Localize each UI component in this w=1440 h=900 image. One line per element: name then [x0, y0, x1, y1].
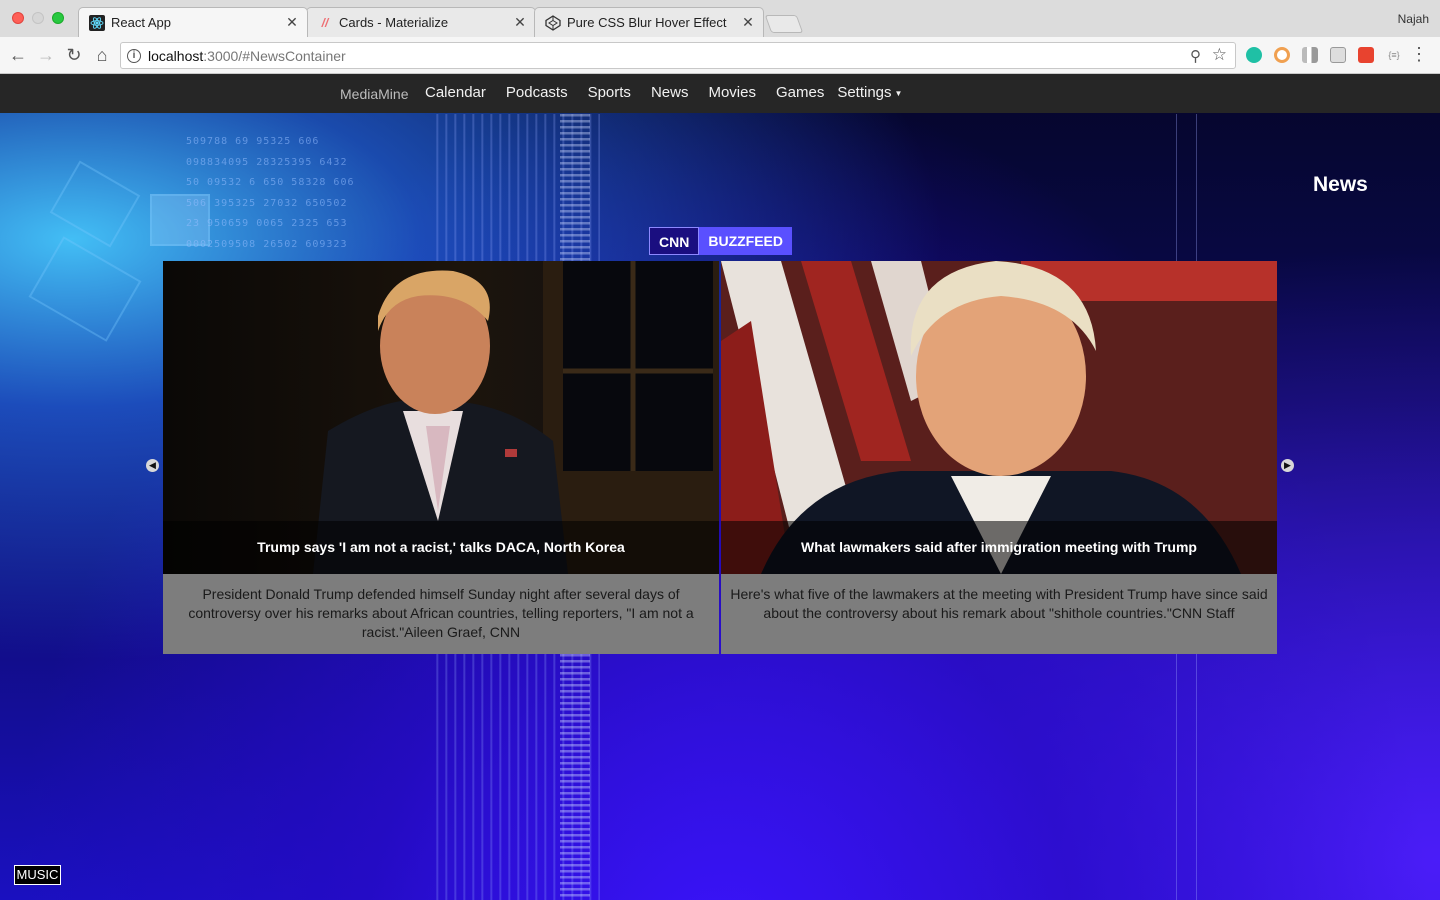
browser-menu-icon[interactable]: ⋮: [1410, 44, 1428, 64]
close-tab-icon[interactable]: ✕: [511, 14, 529, 31]
background-hexagon: [49, 160, 141, 248]
article-description: Here's what five of the lawmakers at the…: [721, 574, 1277, 654]
bookmark-star-icon[interactable]: ☆: [1212, 45, 1227, 65]
tab-buzzfeed[interactable]: BUZZFEED: [699, 227, 793, 255]
nav-link-news[interactable]: News: [651, 84, 689, 101]
extension-red-icon[interactable]: [1358, 47, 1374, 63]
close-window-button[interactable]: [12, 12, 24, 24]
browser-tab-strip: React App ✕ // Cards - Materialize ✕ Pur…: [0, 0, 1440, 37]
article-title[interactable]: What lawmakers said after immigration me…: [721, 521, 1277, 574]
zoom-icon[interactable]: ⚲: [1190, 47, 1201, 65]
tab-title: Pure CSS Blur Hover Effect: [567, 15, 727, 30]
close-tab-icon[interactable]: ✕: [283, 14, 301, 31]
new-tab-button[interactable]: [764, 15, 804, 33]
browser-tab-react-app[interactable]: React App ✕: [78, 7, 308, 37]
music-button[interactable]: MUSIC: [14, 865, 61, 885]
carousel-prev-icon[interactable]: ◀: [146, 459, 159, 472]
close-tab-icon[interactable]: ✕: [739, 14, 757, 31]
tab-title: Cards - Materialize: [339, 15, 449, 30]
tab-cnn[interactable]: CNN: [649, 227, 700, 255]
nav-links: Calendar Podcasts Sports News Movies Gam…: [425, 84, 902, 101]
caret-down-icon: ▼: [894, 88, 903, 98]
news-carousel: Trump says 'I am not a racist,' talks DA…: [163, 261, 1277, 654]
nav-link-sports[interactable]: Sports: [588, 84, 631, 101]
extension-color-icon[interactable]: [1274, 47, 1290, 63]
forward-arrow-icon[interactable]: →: [36, 45, 56, 65]
reload-icon[interactable]: ↻: [64, 45, 84, 65]
extension-columns-icon[interactable]: [1302, 47, 1318, 63]
page-background: 509788 69 95325 606 098834095 28325395 6…: [0, 74, 1440, 900]
info-icon[interactable]: i: [127, 49, 141, 63]
site-navbar: MediaMine Calendar Podcasts Sports News …: [0, 74, 1440, 113]
minimize-window-button[interactable]: [32, 12, 44, 24]
extension-m-icon[interactable]: [1246, 47, 1262, 63]
maximize-window-button[interactable]: [52, 12, 64, 24]
carousel-next-icon[interactable]: ▶: [1281, 459, 1294, 472]
brand-logo[interactable]: MediaMine: [340, 86, 408, 102]
nav-link-movies[interactable]: Movies: [708, 84, 756, 101]
page-title: News: [1313, 173, 1368, 196]
nav-link-games[interactable]: Games: [776, 84, 824, 101]
browser-tab-materialize[interactable]: // Cards - Materialize ✕: [306, 7, 536, 37]
news-card[interactable]: Trump says 'I am not a racist,' talks DA…: [163, 261, 719, 654]
profile-name[interactable]: Najah: [1398, 12, 1429, 26]
nav-link-calendar[interactable]: Calendar: [425, 84, 486, 101]
article-description: President Donald Trump defended himself …: [163, 574, 719, 654]
news-source-tabs: CNN BUZZFEED: [649, 227, 793, 255]
url-text[interactable]: localhost:3000/#NewsContainer: [148, 48, 346, 64]
back-arrow-icon[interactable]: ←: [8, 45, 28, 65]
browser-toolbar: ← → ↻ ⌂ i localhost:3000/#NewsContainer …: [0, 37, 1440, 74]
extension-window-icon[interactable]: [1330, 47, 1346, 63]
background-hexagon: [28, 236, 142, 342]
background-numbers: 509788 69 95325 606 098834095 28325395 6…: [186, 136, 355, 250]
nav-settings-dropdown[interactable]: Settings ▼: [837, 84, 902, 101]
react-icon: [89, 14, 105, 31]
codepen-icon: [545, 14, 561, 31]
news-card[interactable]: What lawmakers said after immigration me…: [721, 261, 1277, 654]
home-icon[interactable]: ⌂: [92, 45, 112, 65]
article-title[interactable]: Trump says 'I am not a racist,' talks DA…: [163, 521, 719, 574]
extension-json-icon[interactable]: {≡}: [1386, 47, 1402, 63]
address-bar[interactable]: i localhost:3000/#NewsContainer ⚲ ☆: [120, 42, 1236, 69]
tab-title: React App: [111, 15, 171, 30]
nav-link-podcasts[interactable]: Podcasts: [506, 84, 568, 101]
browser-tab-codepen[interactable]: Pure CSS Blur Hover Effect ✕: [534, 7, 764, 37]
materialize-icon: //: [321, 15, 329, 30]
